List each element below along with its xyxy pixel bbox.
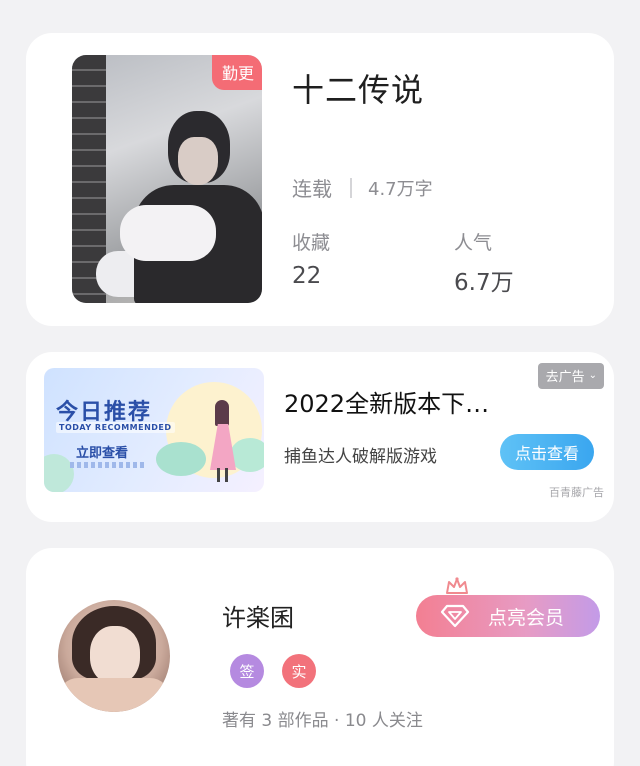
book-title: 十二传说 (292, 71, 425, 109)
word-count: 4.7万字 (368, 178, 433, 200)
banner-girl-leg (217, 468, 220, 482)
popularity-label: 人气 (454, 232, 493, 254)
cover-figure-shirt (120, 205, 216, 261)
view-ad-label: 点击查看 (514, 444, 579, 463)
banner-girl-leg (225, 468, 228, 482)
book-meta: 连载 4.7万字 (292, 173, 433, 202)
collect-value: 22 (292, 263, 322, 289)
diamond-icon (440, 604, 470, 628)
book-cover[interactable]: 勤更 (72, 55, 262, 303)
ad-card[interactable]: 今日推荐 TODAY RECOMMENDED 立即查看 2022全新版本下… 捕… (26, 352, 614, 522)
banner-subheading: TODAY RECOMMENDED (56, 422, 175, 433)
banner-girl-head (215, 400, 229, 426)
book-info-card: 勤更 十二传说 连载 4.7万字 收藏 22 人气 6.7万 (26, 33, 614, 326)
crown-icon (446, 577, 468, 594)
avatar-arm (58, 678, 170, 712)
ad-description: 捕鱼达人破解版游戏 (284, 447, 437, 467)
ad-title[interactable]: 2022全新版本下… (284, 384, 514, 419)
avatar-face (90, 626, 140, 684)
banner-underline (70, 462, 146, 468)
cover-figure-face (178, 137, 218, 185)
banner-cta: 立即查看 (76, 446, 129, 461)
banner-bush (156, 442, 206, 476)
vip-button[interactable]: 点亮会员 (416, 595, 600, 637)
signed-badge: 签 (230, 654, 264, 688)
view-ad-button[interactable]: 点击查看 (500, 434, 594, 470)
collect-label: 收藏 (292, 232, 331, 254)
remove-ad-button[interactable]: 去广告 ⌄ (537, 363, 604, 389)
ad-banner-image[interactable]: 今日推荐 TODAY RECOMMENDED 立即查看 (44, 368, 264, 492)
verified-badge: 实 (282, 654, 316, 688)
author-card: 许楽囷 签 实 著有 3 部作品 · 10 人关注 点亮会员 (26, 548, 614, 766)
author-stats: 著有 3 部作品 · 10 人关注 (222, 711, 423, 731)
ad-source: 百青藤广告 (549, 486, 604, 499)
serial-status: 连载 (292, 177, 332, 201)
meta-divider (350, 177, 352, 198)
popularity-value: 6.7万 (454, 270, 514, 296)
banner-bush (44, 454, 74, 492)
chevron-down-icon: ⌄ (588, 370, 597, 381)
vip-button-label: 点亮会员 (488, 606, 565, 629)
author-name[interactable]: 许楽囷 (222, 598, 294, 633)
collect-stat: 收藏 22 (292, 228, 330, 289)
popularity-stat: 人气 6.7万 (454, 228, 514, 297)
remove-ad-label: 去广告 (545, 370, 585, 385)
update-tag: 勤更 (211, 55, 262, 90)
avatar[interactable] (58, 600, 170, 712)
